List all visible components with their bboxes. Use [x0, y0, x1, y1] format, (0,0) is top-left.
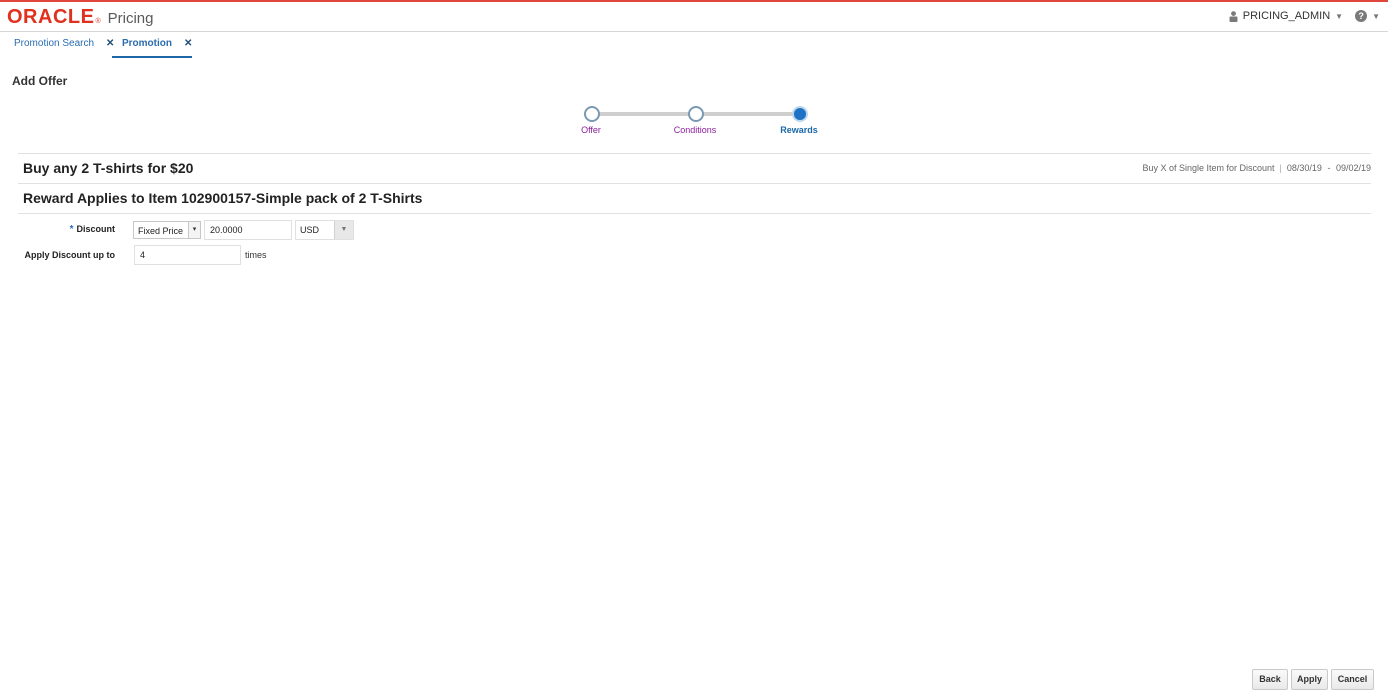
wizard-train: Offer Conditions Rewards: [560, 102, 840, 142]
user-name[interactable]: PRICING_ADMIN: [1243, 10, 1330, 22]
registered-mark: ®: [95, 18, 101, 25]
train-connector: [596, 112, 694, 116]
discount-type-select[interactable]: Fixed Price ▾: [133, 221, 201, 239]
reward-heading: Reward Applies to Item 102900157-Simple …: [23, 190, 423, 206]
oracle-logo: ORACLE ® Pricing: [7, 6, 153, 28]
offer-start-date: 08/30/19: [1286, 163, 1322, 173]
tab-promotion[interactable]: Promotion ✕: [112, 32, 192, 58]
discount-label-text: Discount: [76, 224, 115, 234]
apply-discount-up-to-input[interactable]: 4: [134, 245, 241, 265]
currency-value[interactable]: USD: [300, 225, 319, 235]
train-stop-offer[interactable]: [584, 106, 600, 122]
help-chevron-down-icon[interactable]: ▼: [1372, 12, 1380, 21]
divider: [18, 183, 1371, 184]
product-name: Pricing: [107, 10, 154, 27]
tab-promotion-search[interactable]: Promotion Search ✕: [14, 32, 114, 56]
page-title: Add Offer: [12, 74, 68, 88]
close-icon[interactable]: ✕: [184, 38, 192, 49]
discount-label: * Discount: [40, 224, 115, 235]
offer-meta: Buy X of Single Item for Discount | 08/30/…: [1142, 163, 1371, 173]
times-label: times: [245, 250, 267, 260]
offer-type: Buy X of Single Item for Discount: [1142, 163, 1275, 173]
currency-select[interactable]: USD ▼: [295, 220, 354, 240]
train-stop-rewards[interactable]: [792, 106, 808, 122]
chevron-down-icon[interactable]: ▼: [1335, 12, 1343, 21]
back-button[interactable]: Back: [1252, 669, 1288, 690]
tab-label[interactable]: Promotion: [122, 38, 172, 49]
meta-divider: |: [1279, 163, 1282, 173]
tab-label[interactable]: Promotion Search: [14, 38, 94, 49]
train-stop-conditions[interactable]: [688, 106, 704, 122]
date-separator: -: [1327, 163, 1331, 173]
train-label-conditions[interactable]: Conditions: [655, 125, 735, 135]
divider: [18, 153, 1371, 154]
user-menu[interactable]: PRICING_ADMIN ▼ ? ▼: [1229, 10, 1380, 22]
offer-end-date: 09/02/19: [1335, 163, 1371, 173]
discount-type-value[interactable]: Fixed Price: [138, 226, 183, 236]
train-label-offer[interactable]: Offer: [551, 125, 631, 135]
help-icon[interactable]: ?: [1355, 10, 1368, 22]
chevron-down-icon[interactable]: ▾: [188, 222, 200, 238]
user-icon: [1229, 10, 1238, 22]
apply-button[interactable]: Apply: [1291, 669, 1328, 690]
logo-text: ORACLE: [7, 6, 95, 28]
cancel-button[interactable]: Cancel: [1331, 669, 1374, 690]
train-label-rewards: Rewards: [780, 125, 818, 135]
divider: [18, 213, 1371, 214]
required-icon: *: [69, 224, 74, 235]
apply-discount-label: Apply Discount up to: [24, 250, 116, 260]
chevron-down-icon[interactable]: ▼: [334, 221, 353, 239]
app-header: ORACLE ® Pricing PRICING_ADMIN ▼ ? ▼: [0, 2, 1388, 32]
document-tabs: Promotion Search ✕ Promotion ✕: [0, 32, 1388, 58]
train-connector: [700, 112, 798, 116]
offer-title: Buy any 2 T-shirts for $20: [23, 160, 194, 176]
discount-value-input[interactable]: 20.0000: [204, 220, 292, 240]
